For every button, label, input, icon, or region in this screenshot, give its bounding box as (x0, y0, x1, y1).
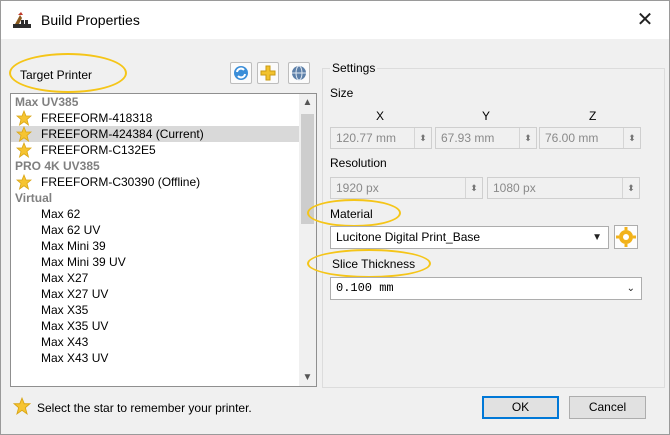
virtual-printer-item[interactable]: Max X43 UV (11, 350, 299, 366)
dropdown-arrow-icon[interactable]: ▼ (592, 227, 602, 248)
spin-arrows-icon[interactable]: ⬍ (414, 128, 431, 148)
scroll-up-arrow-icon[interactable]: ▲ (299, 94, 316, 111)
spin-arrows-icon[interactable]: ⬍ (519, 128, 536, 148)
add-printer-button[interactable] (257, 62, 279, 84)
build-properties-dialog: Build Properties ✕ Target Printer Max UV… (0, 0, 670, 435)
resolution-x-value: 1920 px (336, 181, 379, 195)
refresh-printers-button[interactable] (230, 62, 252, 84)
star-icon (13, 397, 31, 415)
size-x-label: X (376, 109, 385, 123)
material-label: Material (330, 207, 373, 221)
close-button[interactable]: ✕ (633, 8, 657, 32)
network-printer-button[interactable] (288, 62, 310, 84)
printer-label: FREEFORM-418318 (41, 111, 153, 125)
material-select[interactable]: Lucitone Digital Print_Base ▼ (330, 226, 609, 249)
resolution-y-value: 1080 px (493, 181, 536, 195)
resolution-x-spinbox[interactable]: 1920 px ⬍ (330, 177, 483, 199)
virtual-printer-item[interactable]: Max X43 (11, 334, 299, 350)
material-settings-button[interactable] (614, 225, 638, 249)
app-icon (13, 12, 31, 28)
size-y-label: Y (482, 109, 491, 123)
refresh-icon (234, 66, 248, 80)
scroll-thumb[interactable] (301, 114, 314, 224)
size-label: Size (330, 86, 354, 100)
virtual-printer-item[interactable]: Max 62 UV (11, 222, 299, 238)
size-x-value: 120.77 mm (336, 131, 397, 145)
size-y-spinbox[interactable]: 67.93 mm ⬍ (435, 127, 537, 149)
cancel-button[interactable]: Cancel (569, 396, 646, 419)
tree-scrollbar[interactable]: ▲ ▼ (299, 94, 316, 386)
virtual-printer-item[interactable]: Max X27 (11, 270, 299, 286)
printer-item[interactable]: FREEFORM-C132E5 (11, 142, 299, 158)
settings-legend: Settings (330, 61, 378, 75)
target-printer-label: Target Printer (20, 68, 93, 82)
resolution-y-spinbox[interactable]: 1080 px ⬍ (487, 177, 640, 199)
material-value: Lucitone Digital Print_Base (336, 230, 481, 244)
star-icon[interactable] (16, 142, 32, 158)
slice-thickness-label: Slice Thickness (332, 257, 416, 271)
star-icon[interactable] (16, 126, 32, 142)
printer-tree[interactable]: Max UV385 FREEFORM-418318 FREEFORM-42438… (10, 93, 317, 387)
printer-label: FREEFORM-C132E5 (41, 143, 156, 157)
resolution-label: Resolution (330, 156, 387, 170)
virtual-printer-item[interactable]: Max 62 (11, 206, 299, 222)
add-icon (260, 65, 276, 81)
gear-icon (616, 227, 636, 247)
chevron-down-icon[interactable]: ⌄ (627, 278, 635, 299)
group-pro-4k-uv385: PRO 4K UV385 (15, 159, 100, 173)
virtual-printer-item[interactable]: Max Mini 39 UV (11, 254, 299, 270)
printer-item[interactable]: FREEFORM-C30390 (Offline) (11, 174, 299, 190)
virtual-printer-item[interactable]: Max X27 UV (11, 286, 299, 302)
spin-arrows-icon[interactable]: ⬍ (465, 178, 482, 198)
title-bar: Build Properties ✕ (1, 1, 669, 39)
size-y-value: 67.93 mm (441, 131, 495, 145)
printer-item[interactable]: FREEFORM-418318 (11, 110, 299, 126)
group-virtual: Virtual (15, 191, 53, 205)
footer-hint: Select the star to remember your printer… (37, 401, 252, 415)
virtual-printer-item[interactable]: Max X35 UV (11, 318, 299, 334)
star-icon[interactable] (16, 174, 32, 190)
spin-arrows-icon[interactable]: ⬍ (622, 178, 639, 198)
group-max-uv385: Max UV385 (15, 95, 79, 109)
size-x-spinbox[interactable]: 120.77 mm ⬍ (330, 127, 432, 149)
globe-icon (292, 65, 306, 81)
printer-label: FREEFORM-C30390 (Offline) (41, 175, 201, 189)
window-title: Build Properties (41, 12, 140, 28)
slice-thickness-value: 0.100 mm (336, 281, 394, 295)
spin-arrows-icon[interactable]: ⬍ (623, 128, 640, 148)
ok-button[interactable]: OK (482, 396, 559, 419)
slice-thickness-select[interactable]: 0.100 mm ⌄ (330, 277, 642, 300)
star-icon[interactable] (16, 110, 32, 126)
size-z-label: Z (589, 109, 597, 123)
scroll-down-arrow-icon[interactable]: ▼ (299, 369, 316, 386)
virtual-printer-item[interactable]: Max X35 (11, 302, 299, 318)
size-z-value: 76.00 mm (545, 131, 599, 145)
printer-label: FREEFORM-424384 (Current) (41, 127, 204, 141)
virtual-printer-item[interactable]: Max Mini 39 (11, 238, 299, 254)
size-z-spinbox[interactable]: 76.00 mm ⬍ (539, 127, 641, 149)
printer-item-current[interactable]: FREEFORM-424384 (Current) (11, 126, 299, 142)
